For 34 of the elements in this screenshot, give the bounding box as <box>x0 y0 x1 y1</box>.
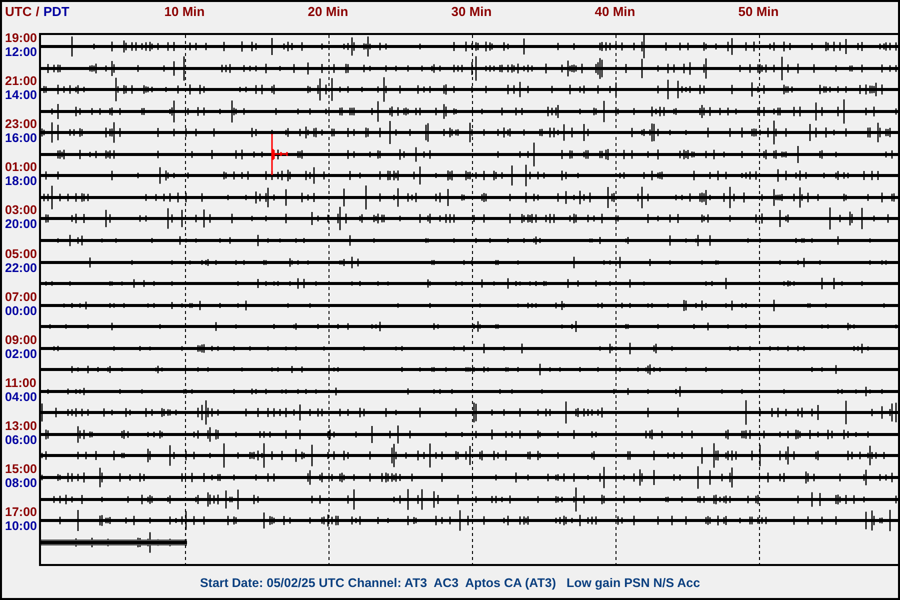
utc-time-label: 21:00 <box>5 74 37 88</box>
utc-time-label: 19:00 <box>5 31 37 45</box>
utc-time-label: 09:00 <box>5 332 37 347</box>
minute-tick-label: 10 Min <box>164 5 205 18</box>
local-time-label: 06:00 <box>5 432 37 447</box>
local-time-label: 16:00 <box>5 131 37 146</box>
minute-tick-label: 20 Min <box>308 5 348 18</box>
utc-time-label: 11:00 <box>5 376 37 390</box>
utc-time-label: 15:00 <box>5 462 37 476</box>
utc-time-label: 23:00 <box>5 117 37 132</box>
local-time-label: 14:00 <box>5 88 37 102</box>
event-marker <box>271 133 288 176</box>
local-time-label: 08:00 <box>5 476 37 490</box>
utc-time-label: 17:00 <box>5 505 37 520</box>
utc-time-label: 03:00 <box>5 203 37 218</box>
utc-time-label: 05:00 <box>5 246 37 260</box>
local-time-label: 12:00 <box>5 45 37 59</box>
utc-time-label: 07:00 <box>5 290 37 304</box>
local-time-label: 10:00 <box>5 519 37 534</box>
station-caption: Start Date: 05/02/25 UTC Channel: AT3 AC3 Aptos CA (AT3) Low gain PSN N/S Acc <box>198 575 702 592</box>
minute-tick-label: 40 Min <box>594 5 636 18</box>
minute-tick-label: 30 Min <box>451 5 492 18</box>
local-time-label: 22:00 <box>5 260 37 274</box>
local-time-label: 02:00 <box>5 346 37 361</box>
local-time-label: PDT <box>43 5 70 18</box>
local-time-label: 04:00 <box>5 390 37 404</box>
local-time-label: 20:00 <box>5 217 37 232</box>
local-time-label: 18:00 <box>5 174 37 188</box>
utc-time-label: 01:00 <box>5 160 37 174</box>
utc-time-label: 13:00 <box>5 418 37 433</box>
utc-label: UTC <box>5 5 32 18</box>
separator: / <box>36 5 40 18</box>
minute-tick-label: 50 Min <box>738 5 779 18</box>
local-time-label: 00:00 <box>5 304 37 318</box>
